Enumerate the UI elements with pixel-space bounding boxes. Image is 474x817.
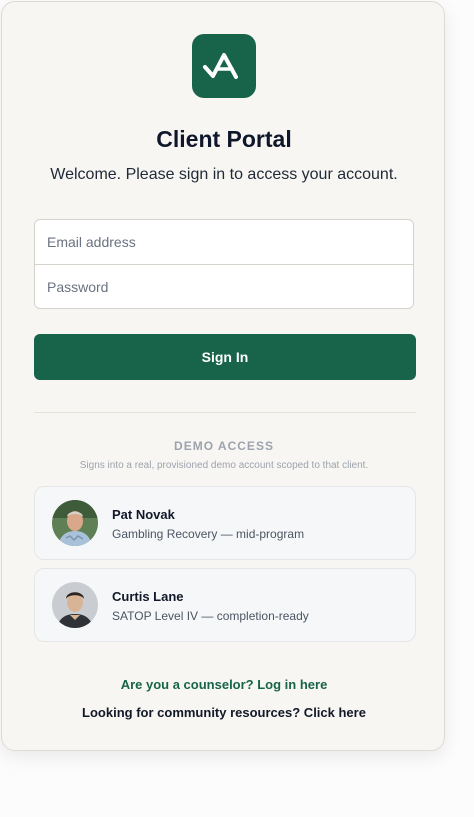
password-field[interactable] [35, 265, 413, 308]
demo-account-name: Curtis Lane [112, 589, 184, 604]
login-fields [34, 219, 414, 309]
avatar [52, 582, 98, 628]
demo-access-description: Signs into a real, provisioned demo acco… [79, 460, 369, 471]
demo-account-description: SATOP Level IV — completion-ready [112, 609, 309, 623]
page-subtitle: Welcome. Please sign in to access your a… [50, 166, 398, 183]
mountain-check-icon [192, 34, 256, 98]
page-title: Client Portal [156, 126, 292, 152]
demo-account-description: Gambling Recovery — mid-program [112, 527, 305, 541]
sign-in-button[interactable]: Sign In [34, 334, 416, 380]
demo-account-card-pat-novak[interactable]: Pat Novak Gambling Recovery — mid-progra… [34, 486, 416, 560]
demo-access-heading: DEMO ACCESS [174, 439, 274, 453]
demo-account-card-curtis-lane[interactable]: Curtis Lane SATOP Level IV — completion-… [34, 568, 416, 642]
email-field[interactable] [35, 220, 413, 264]
community-resources-link[interactable]: Looking for community resources? Click h… [2, 705, 446, 720]
login-card: Client Portal Welcome. Please sign in to… [1, 1, 445, 751]
avatar [52, 500, 98, 546]
demo-account-name: Pat Novak [112, 507, 175, 522]
section-divider [34, 412, 416, 413]
counselor-login-link[interactable]: Are you a counselor? Log in here [2, 677, 446, 692]
